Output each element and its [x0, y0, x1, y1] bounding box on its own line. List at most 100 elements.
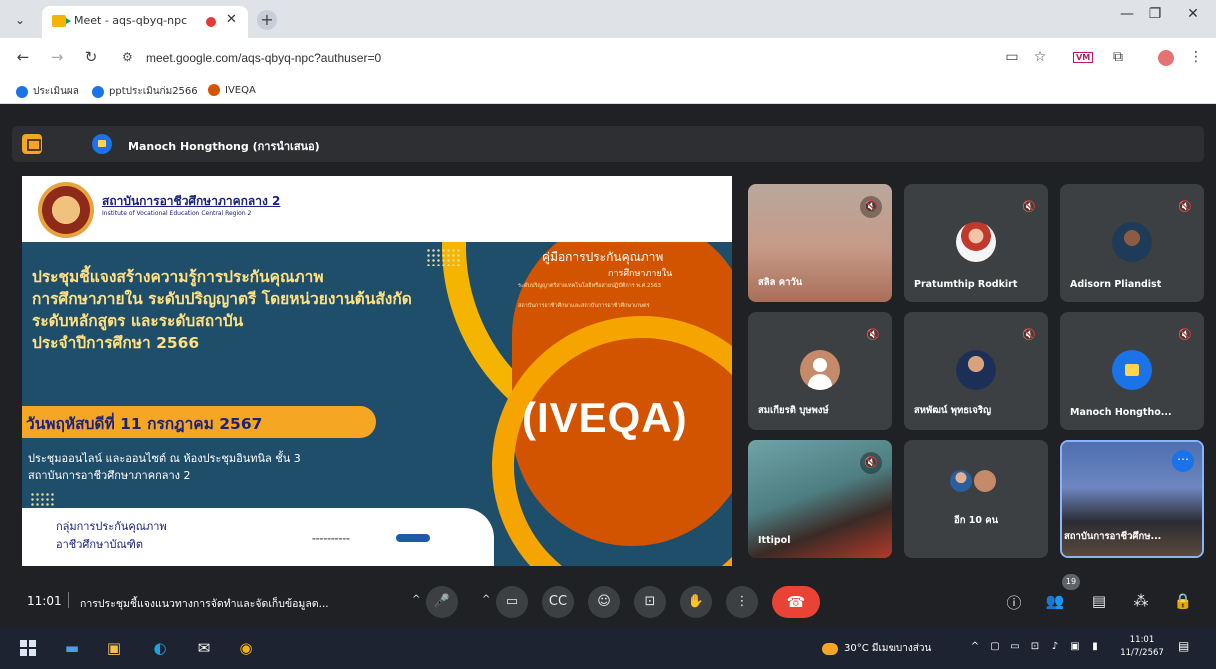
iveqa-bookmark-icon — [208, 84, 220, 96]
bookmark-star-icon[interactable]: ☆ — [1030, 49, 1050, 65]
slide-header: สถาบันการอาชีวศึกษาภาคกลาง 2 Institute o… — [22, 176, 732, 242]
activities-icon[interactable]: ⁂ — [1130, 592, 1152, 610]
new-tab-button[interactable]: + — [257, 10, 277, 30]
title-line: ประจำปีการศึกษา 2566 — [32, 334, 200, 352]
more-options-button[interactable]: ⋮ — [726, 586, 758, 618]
date-banner: วันพฤหัสบดีที่ 11 กรกฎาคม 2567 — [22, 406, 376, 438]
weather-widget[interactable]: 30°C มีเมฆบางส่วน — [822, 641, 931, 656]
forward-icon[interactable]: → — [46, 48, 68, 66]
tab-search-chevron-icon[interactable]: ⌄ — [10, 10, 30, 30]
bookmark-label: ประเมินผล — [33, 86, 79, 97]
shared-slide: สถาบันการอาชีวศึกษาภาคกลาง 2 Institute o… — [22, 176, 732, 566]
weather-icon — [822, 642, 838, 655]
footer-pill — [396, 534, 430, 542]
title-line: ระดับหลักสูตร และระดับสถาบัน — [32, 312, 244, 330]
participant-tile[interactable]: 🔇 Manoch Hongtho... — [1060, 312, 1204, 430]
manual-detail: สถาบันการอาชีวศึกษาและสถาบันการอาชีวศึกษ… — [518, 303, 650, 309]
tray-app-icon[interactable]: ▣ — [1068, 641, 1082, 652]
battery-icon[interactable]: ▮ — [1088, 641, 1102, 652]
iveqa-label: (IVEQA) — [522, 394, 688, 441]
back-icon[interactable]: ← — [12, 48, 34, 66]
bookmark-item[interactable]: ประเมินผล — [16, 84, 79, 99]
title-line: การศึกษาภายใน ระดับปริญญาตรี โดยหน่วยงาน… — [32, 290, 412, 308]
taskbar-date: 11/7/2567 — [1120, 648, 1164, 658]
participant-tile[interactable]: 🔇 สมเกียรติ บุษพงษ์ — [748, 312, 892, 430]
participant-count-badge: 19 — [1062, 574, 1080, 590]
participant-tile[interactable]: 🔇 สหพัฒน์ พุทธเจริญ — [904, 312, 1048, 430]
restore-icon[interactable]: ❐ — [1140, 6, 1170, 22]
meet-stage: Manoch Hongthong (การนำเสนอ) สถาบันการอา… — [0, 104, 1216, 627]
others-count-label: อีก 10 คน — [954, 515, 999, 526]
close-window-icon[interactable]: ✕ — [1178, 6, 1208, 22]
participant-avatar — [956, 350, 996, 390]
bookmarks-bar: ประเมินผล pptประเมินก่ม2566 IVEQA — [0, 80, 1216, 104]
self-view-tile[interactable]: ⋯ สถาบันการอาชีวศึกษ... — [1060, 440, 1204, 558]
raise-hand-button[interactable]: ✋ — [680, 586, 712, 618]
presenter-avatar — [92, 134, 112, 154]
volume-icon[interactable]: ♪ — [1048, 641, 1062, 652]
tray-chevron-icon[interactable]: ^ — [968, 641, 982, 652]
default-avatar-icon — [800, 350, 840, 390]
network-icon[interactable]: ⊡ — [1028, 641, 1042, 652]
venue-line: สถาบันการอาชีวศึกษาภาคกลาง 2 — [28, 469, 191, 482]
chat-icon[interactable]: ▤ — [1088, 592, 1110, 610]
others-tile[interactable]: อีก 10 คน — [904, 440, 1048, 558]
taskbar-clock[interactable]: 11:01 11/7/2567 — [1114, 634, 1170, 660]
captions-button[interactable]: CC — [542, 586, 574, 618]
address-bar[interactable]: meet.google.com/aqs-qbyq-npc?authuser=0 — [146, 51, 381, 65]
profile-avatar[interactable] — [1158, 50, 1174, 66]
edge-icon[interactable]: ◐ — [150, 638, 170, 658]
tab-close-icon[interactable]: ✕ — [226, 12, 237, 27]
meeting-date: วันพฤหัสบดีที่ 11 กรกฎาคม 2567 — [26, 415, 263, 433]
default-avatar-icon — [974, 470, 996, 492]
microphone-button[interactable]: 🎤 — [426, 586, 458, 618]
browser-menu-icon[interactable]: ⋮ — [1186, 49, 1206, 65]
chrome-bookmark-icon — [16, 85, 28, 98]
muted-mic-icon: 🔇 — [1022, 328, 1036, 341]
participant-tile[interactable]: 🔇 Ittipol — [748, 440, 892, 558]
manual-detail: ระดับปริญญาตรีสายเทคโนโลยีหรือสายปฏิบัติ… — [518, 283, 662, 289]
meeting-info-icon[interactable]: ⓘ — [1003, 592, 1025, 613]
camera-indicator-icon[interactable]: ▭ — [1002, 49, 1022, 65]
present-button[interactable]: ⊡ — [634, 586, 666, 618]
video-options-chevron-icon[interactable]: ^ — [482, 594, 490, 605]
tray-app-icon[interactable]: ▢ — [988, 641, 1002, 652]
tab-title: Meet - aqs-qbyq-npc — [74, 14, 188, 27]
title-line: ประชุมชี้แจงสร้างความรู้การประกันคุณภาพ — [32, 268, 324, 286]
minimize-icon[interactable]: — — [1112, 6, 1142, 22]
participant-tile[interactable]: 🔇 Adisorn Pliandist — [1060, 184, 1204, 302]
tab-meet[interactable]: Meet - aqs-qbyq-npc ✕ — [42, 6, 248, 38]
extensions-puzzle-icon[interactable]: ⧉ — [1108, 49, 1128, 65]
tray-app-icon[interactable]: ▭ — [1008, 641, 1022, 652]
bookmark-item[interactable]: IVEQA — [208, 84, 256, 96]
bookmark-item[interactable]: pptประเมินก่ม2566 — [92, 84, 198, 99]
site-info-icon[interactable]: ⚙ — [122, 50, 133, 64]
institute-seal-logo — [38, 182, 94, 238]
notifications-icon[interactable]: ▤ — [1178, 639, 1189, 653]
camera-button[interactable]: ▭ — [496, 586, 528, 618]
more-options-icon[interactable]: ⋯ — [1172, 450, 1194, 472]
audio-options-chevron-icon[interactable]: ^ — [412, 594, 420, 605]
participant-name: Adisorn Pliandist — [1070, 279, 1162, 290]
store-icon[interactable]: ▣ — [104, 638, 124, 658]
muted-mic-icon: 🔇 — [1022, 200, 1036, 213]
windows-start-icon[interactable] — [20, 640, 36, 656]
stop-presenting-icon[interactable] — [22, 134, 42, 154]
group-line: อาชีวศึกษาบัณฑิต — [56, 538, 143, 551]
leave-call-button[interactable]: ☎ — [772, 586, 820, 618]
reload-icon[interactable]: ↻ — [80, 48, 102, 66]
taskbar-time: 11:01 — [1129, 635, 1155, 645]
lock-icon — [1125, 364, 1139, 376]
host-controls-icon[interactable]: 🔒 — [1172, 592, 1194, 610]
participant-tile[interactable]: 🔇 สลิล คาวัน — [748, 184, 892, 302]
browser-toolbar: ← → ↻ ⚙ meet.google.com/aqs-qbyq-npc?aut… — [0, 38, 1216, 80]
chrome-taskbar-icon[interactable]: ◉ — [236, 638, 256, 658]
mail-icon[interactable]: ✉ — [194, 638, 214, 658]
manual-title: คู่มือการประกันคุณภาพ — [542, 250, 664, 264]
people-icon[interactable]: 👥 — [1044, 592, 1066, 610]
footer-fineprint: ▬▬▬▬▬▬▬▬▬▬ — [312, 536, 350, 541]
task-view-icon[interactable]: ▬ — [62, 638, 82, 658]
reactions-button[interactable]: ☺ — [588, 586, 620, 618]
extension-vm-icon[interactable]: VM — [1073, 52, 1094, 63]
participant-tile[interactable]: 🔇 Pratumthip Rodkirt — [904, 184, 1048, 302]
